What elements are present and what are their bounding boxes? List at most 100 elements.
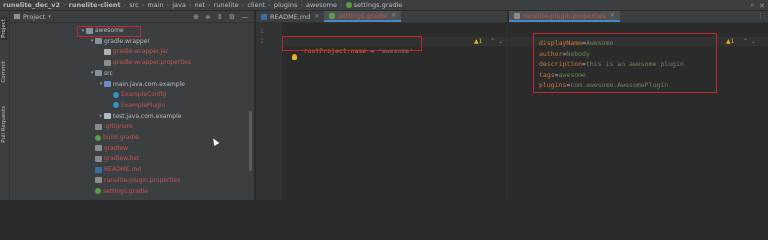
java-class-icon: [113, 102, 119, 109]
file-type-icon: [514, 12, 520, 19]
collapse-all-icon[interactable]: ≑: [205, 13, 211, 21]
line-number: 1: [260, 27, 264, 35]
more-tabs-icon[interactable]: ⋮: [757, 12, 764, 20]
gradle-file-icon: [345, 2, 352, 8]
tree-item-label: settings.gradle: [103, 187, 148, 195]
folder-icon: [95, 38, 102, 45]
properties-highlight: [533, 33, 717, 93]
warning-indicator[interactable]: ▲1: [474, 38, 482, 45]
tree-item-label: gradle.wrapper: [104, 37, 150, 45]
tree-item[interactable]: gradle-wrapper.properties: [98, 58, 191, 67]
close-tab-icon[interactable]: ✕: [391, 12, 396, 19]
minimize-icon[interactable]: —: [241, 13, 248, 21]
breadcrumb-separator: ›: [208, 1, 211, 9]
file-icon: [95, 177, 102, 184]
tree-item-label: README.md: [104, 166, 142, 174]
chevron-up-icon[interactable]: ⌃: [490, 38, 495, 45]
file-type-icon: [261, 13, 267, 20]
tree-item[interactable]: ▾ src: [89, 69, 113, 78]
tree-item[interactable]: .gitignore: [89, 122, 133, 131]
editor-tab-label: README.md: [270, 12, 311, 21]
breadcrumb-separator: ›: [188, 1, 192, 9]
tree-item[interactable]: gradlew.bat: [89, 154, 139, 163]
editor-gutter-left: 1 2: [256, 23, 282, 200]
project-view-icon: [14, 14, 20, 19]
chevron-down-icon[interactable]: ▾: [48, 14, 51, 20]
breadcrumb-separator: ›: [268, 1, 271, 9]
breadcrumb-separator: ›: [241, 1, 245, 9]
breadcrumb-item[interactable]: awesome: [306, 1, 337, 9]
tree-item[interactable]: ▾ gradle.wrapper: [89, 37, 150, 46]
tree-scrollbar[interactable]: [249, 111, 252, 171]
warning-indicator[interactable]: ▲1: [726, 38, 734, 45]
project-panel: Project ▾ ⊕ ≑ ⇕ ⚙ — ▾ awesome ▾ gradle.wrap…: [10, 11, 255, 200]
awesome-folder-highlight: [77, 26, 141, 37]
side-tab-project[interactable]: Project: [1, 17, 7, 40]
chevron-down-icon[interactable]: ⌄: [498, 38, 503, 45]
tree-item[interactable]: ExampleConfig: [107, 90, 166, 99]
gradle-file-icon: [95, 188, 101, 194]
tree-item-label: build.gradle: [103, 134, 139, 141]
side-tab-commit[interactable]: Commit: [1, 61, 7, 83]
side-tab-pull-requests[interactable]: Pull Requests: [1, 106, 7, 143]
add-icon[interactable]: ⊕: [193, 13, 199, 21]
chevron-up-icon[interactable]: ⌃: [743, 38, 748, 45]
root-project-highlight: [282, 36, 422, 51]
warning-count: 1: [478, 38, 483, 45]
editor-tab[interactable]: README.md ✕: [256, 11, 324, 22]
breadcrumb-separator: ›: [63, 1, 66, 9]
breadcrumb-item[interactable]: src: [129, 1, 139, 9]
editor-tabbar-right: runelite-plugin.properties ✕ ⋮: [509, 11, 768, 23]
breadcrumb-item[interactable]: net: [194, 1, 205, 9]
chevron-down-icon[interactable]: ⌄: [751, 38, 756, 45]
breadcrumb-item[interactable]: java: [172, 1, 186, 9]
editor-tab[interactable]: runelite-plugin.properties ✕: [509, 11, 620, 22]
tree-item-label: ExampleConfig: [121, 91, 167, 99]
tree-item-label: gradlew: [104, 144, 129, 152]
close-icon[interactable]: ✕: [759, 2, 765, 10]
tree-item[interactable]: settings.gradle: [89, 187, 148, 196]
tree-item[interactable]: gradle-wrapper.jar: [98, 47, 168, 56]
gear-icon[interactable]: ⚙: [229, 13, 235, 21]
close-tab-icon[interactable]: ✕: [610, 12, 615, 19]
tree-item[interactable]: runelite-plugin.properties: [89, 176, 180, 185]
tree-item[interactable]: gradlew: [89, 144, 128, 153]
tree-item-label: src: [104, 69, 113, 77]
search-icon[interactable]: ⌕: [750, 1, 754, 10]
left-tool-strip: Project Commit Pull Requests: [0, 11, 10, 200]
breadcrumb-item[interactable]: runelite_dec_v2: [3, 1, 60, 9]
breadcrumb-item[interactable]: client: [247, 1, 265, 9]
tree-item[interactable]: ExamplePlugin: [107, 101, 165, 110]
plugin-properties-editor: runelite-plugin.properties ✕ ⋮ displayNam…: [509, 11, 768, 200]
breadcrumb-separator: ›: [300, 1, 303, 9]
tree-item-label: main.java.com.example: [113, 80, 185, 88]
breadcrumb-item[interactable]: main: [147, 1, 163, 9]
expand-all-icon[interactable]: ⇕: [217, 13, 223, 21]
breadcrumb-item[interactable]: settings.gradle: [354, 1, 403, 9]
tree-item-label: .gitignore: [104, 123, 133, 131]
file-icon: [104, 59, 111, 66]
breadcrumb-item[interactable]: plugins: [274, 1, 298, 9]
line-number: 2: [260, 37, 264, 45]
editor-tab[interactable]: settings.gradle ✕: [324, 11, 402, 22]
lightbulb-icon[interactable]: [292, 54, 297, 60]
tree-item-label: test.java.com.example: [113, 112, 182, 120]
package-folder-icon: [104, 81, 111, 87]
tree-item-label: runelite-plugin.properties: [104, 176, 181, 184]
tree-item[interactable]: ▾ main.java.com.example: [98, 80, 185, 89]
breadcrumb-item[interactable]: runelite-client: [69, 1, 121, 9]
breadcrumb-item[interactable]: runelite: [214, 1, 239, 9]
folder-icon: [95, 70, 102, 77]
tree-item[interactable]: README.md: [89, 165, 141, 174]
tree-item[interactable]: ▸ test.java.com.example: [98, 112, 182, 121]
close-tab-icon[interactable]: ✕: [314, 13, 319, 20]
file-icon: [95, 145, 102, 152]
file-type-icon: [329, 12, 336, 19]
navigation-breadcrumb: runelite_dec_v2 › runelite-client › src › main…: [0, 0, 768, 11]
breadcrumb-separator: ›: [166, 1, 170, 9]
tree-item-label: gradlew.bat: [104, 155, 140, 163]
warning-count: 1: [730, 38, 735, 45]
tree-item[interactable]: build.gradle: [89, 133, 139, 142]
breadcrumb-separator: ›: [339, 1, 343, 9]
project-panel-title[interactable]: Project: [23, 13, 45, 21]
